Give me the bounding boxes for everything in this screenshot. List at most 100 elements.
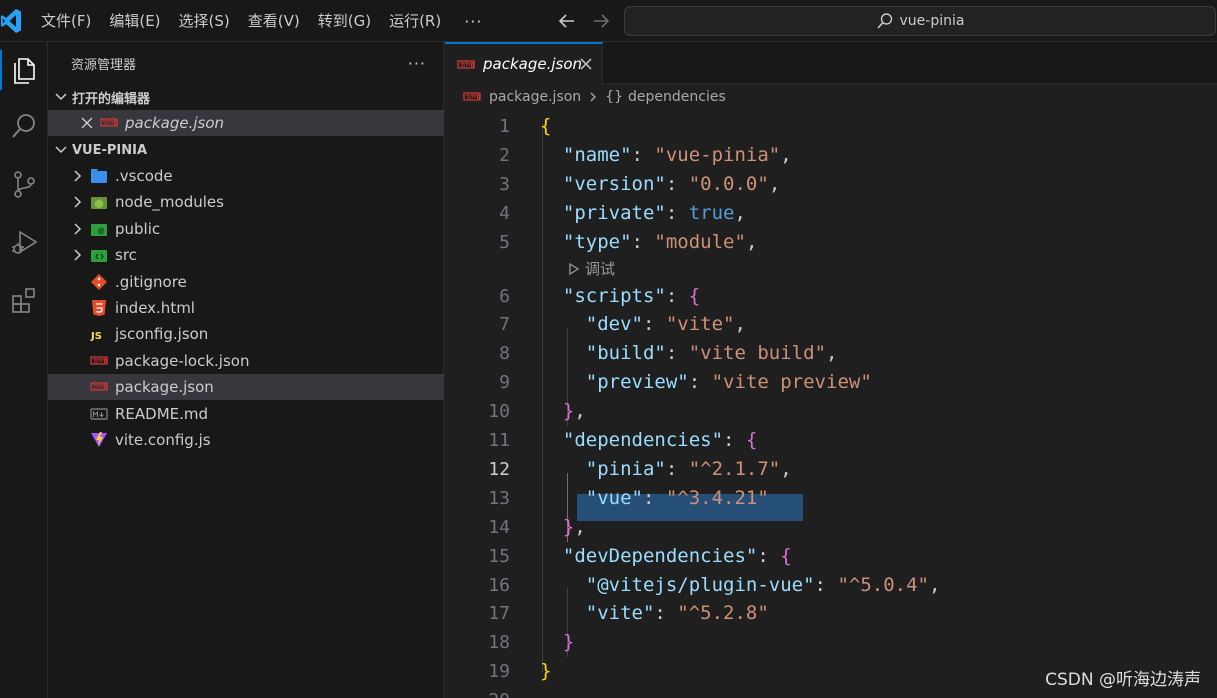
svg-text:JS: JS (90, 331, 102, 342)
line-number: 6 (499, 285, 510, 307)
file-item[interactable]: JS jsconfig.json (48, 321, 444, 347)
file-item[interactable]: README.md (48, 401, 444, 427)
menu-item[interactable]: 查看(V) (239, 0, 309, 42)
menu-item[interactable]: 运行(R) (380, 0, 450, 42)
project-label: VUE-PINIA (72, 142, 148, 158)
play-icon (569, 262, 580, 276)
line-number: 9 (499, 372, 510, 394)
chevron-right-icon[interactable] (68, 193, 86, 211)
open-editors-section[interactable]: 打开的编辑器 (48, 84, 444, 110)
code-line: 9 "preview": "vite preview" (445, 368, 1217, 397)
menu-item[interactable]: 编辑(E) (100, 0, 169, 42)
markdown-icon (90, 407, 108, 420)
tab-label: package.json (483, 55, 583, 73)
code-text: "vue": "^3.4.21" (585, 486, 769, 509)
code-text: "private": true, (562, 201, 746, 224)
menu-item[interactable]: 转到(G) (309, 0, 380, 42)
file-item[interactable]: .gitignore (48, 269, 444, 295)
file-name: .vscode (115, 167, 173, 185)
line-number: 11 (488, 430, 510, 451)
project-section[interactable]: VUE-PINIA (48, 137, 444, 163)
file-item[interactable]: package-lock.json (48, 348, 444, 374)
code-text: "dependencies": { (562, 429, 758, 451)
tab-package-json[interactable]: package.json (445, 42, 603, 85)
source-control-icon[interactable] (0, 160, 48, 208)
line-number: 18 (488, 632, 510, 654)
run-debug-icon[interactable] (0, 218, 48, 266)
file-name: node_modules (115, 193, 224, 212)
explorer-icon[interactable] (0, 46, 48, 94)
open-editors-label: 打开的编辑器 (72, 91, 151, 107)
line-number: 8 (499, 343, 510, 365)
file-name: .gitignore (115, 272, 187, 291)
line-number: 1 (499, 116, 510, 137)
folder-item[interactable]: public (48, 216, 444, 242)
line-number: 15 (488, 545, 510, 567)
chevron-right-icon[interactable] (68, 246, 86, 264)
tab-bar: package.json (445, 42, 1217, 85)
line-number: 5 (499, 231, 510, 253)
folder-item[interactable]: src (48, 242, 444, 268)
code-text: "name": "vue-pinia", (562, 143, 792, 166)
more-actions-button[interactable]: ··· (408, 54, 426, 73)
chevron-down-icon (55, 146, 67, 154)
menu-item[interactable]: 选择(S) (170, 0, 239, 42)
code-line: 6 "scripts": { (445, 282, 1217, 311)
code-line: 13 "vue": "^3.4.21" (445, 484, 1217, 513)
line-number: 16 (488, 574, 510, 596)
code-text: "devDependencies": { (562, 544, 792, 567)
explorer-header: 资源管理器 ··· (48, 42, 444, 84)
vscode-logo-icon (1, 9, 21, 33)
code-text: "@vitejs/plugin-vue": "^5.0.4", (585, 573, 941, 596)
code-text: "build": "vite build", (585, 342, 838, 365)
line-number: 12 (488, 458, 510, 480)
js-icon: JS (90, 331, 102, 342)
code-text: } (540, 660, 552, 683)
code-line: 16 "@vitejs/plugin-vue": "^5.0.4", (445, 571, 1217, 600)
chevron-right-icon[interactable] (68, 167, 86, 185)
code-line: 14 }, (445, 513, 1217, 542)
vscode-folder-icon (91, 169, 107, 183)
braces-icon: {} (605, 89, 624, 105)
code-text: "type": "module", (562, 230, 758, 253)
node-folder-icon (91, 197, 107, 210)
close-icon[interactable] (577, 55, 595, 73)
folder-item[interactable]: node_modules (48, 189, 444, 215)
chevron-right-icon (590, 92, 597, 102)
file-item[interactable]: package.json (48, 374, 444, 401)
code-editor[interactable]: 1{2 "name": "vue-pinia", 3 "version": "0.… (445, 110, 1217, 698)
menu-item[interactable]: 文件(F) (32, 0, 100, 42)
chevron-right-icon[interactable] (68, 220, 86, 238)
breadcrumb-file[interactable]: package.json (489, 89, 581, 105)
back-arrow-icon[interactable] (555, 9, 579, 33)
folder-item[interactable]: .vscode (48, 163, 444, 189)
public-folder-icon (91, 223, 107, 236)
line-number: 19 (488, 661, 510, 683)
code-line: 4 "private": true, (445, 199, 1217, 228)
code-line: 10 }, (445, 397, 1217, 426)
open-editor-item[interactable]: package.json (48, 110, 444, 136)
file-item[interactable]: index.html (48, 295, 444, 321)
vite-icon (91, 432, 107, 447)
code-line: 11 "dependencies": { (445, 426, 1217, 455)
menu-more-button[interactable]: ··· (450, 12, 496, 31)
file-name: index.html (115, 299, 195, 317)
close-icon[interactable] (78, 114, 96, 132)
code-line: 3 "version": "0.0.0", (445, 170, 1217, 199)
extensions-icon[interactable] (0, 276, 48, 324)
search-view-icon[interactable] (0, 102, 48, 150)
command-center[interactable]: vue-pinia (624, 6, 1216, 36)
line-number: 10 (488, 401, 510, 423)
npm-icon (90, 356, 108, 365)
file-name: src (115, 246, 137, 265)
code-text: { (540, 115, 552, 137)
breadcrumb-symbol[interactable]: dependencies (628, 89, 726, 105)
debug-codelens[interactable]: 调试 (567, 257, 615, 282)
forward-arrow-icon[interactable] (589, 9, 613, 33)
npm-icon (100, 118, 118, 127)
file-name: vite.config.js (115, 431, 211, 449)
code-text: } (562, 631, 575, 654)
code-line: 17 "vite": "^5.2.8" (445, 599, 1217, 628)
file-name: package-lock.json (115, 351, 250, 370)
file-item[interactable]: vite.config.js (48, 427, 444, 453)
